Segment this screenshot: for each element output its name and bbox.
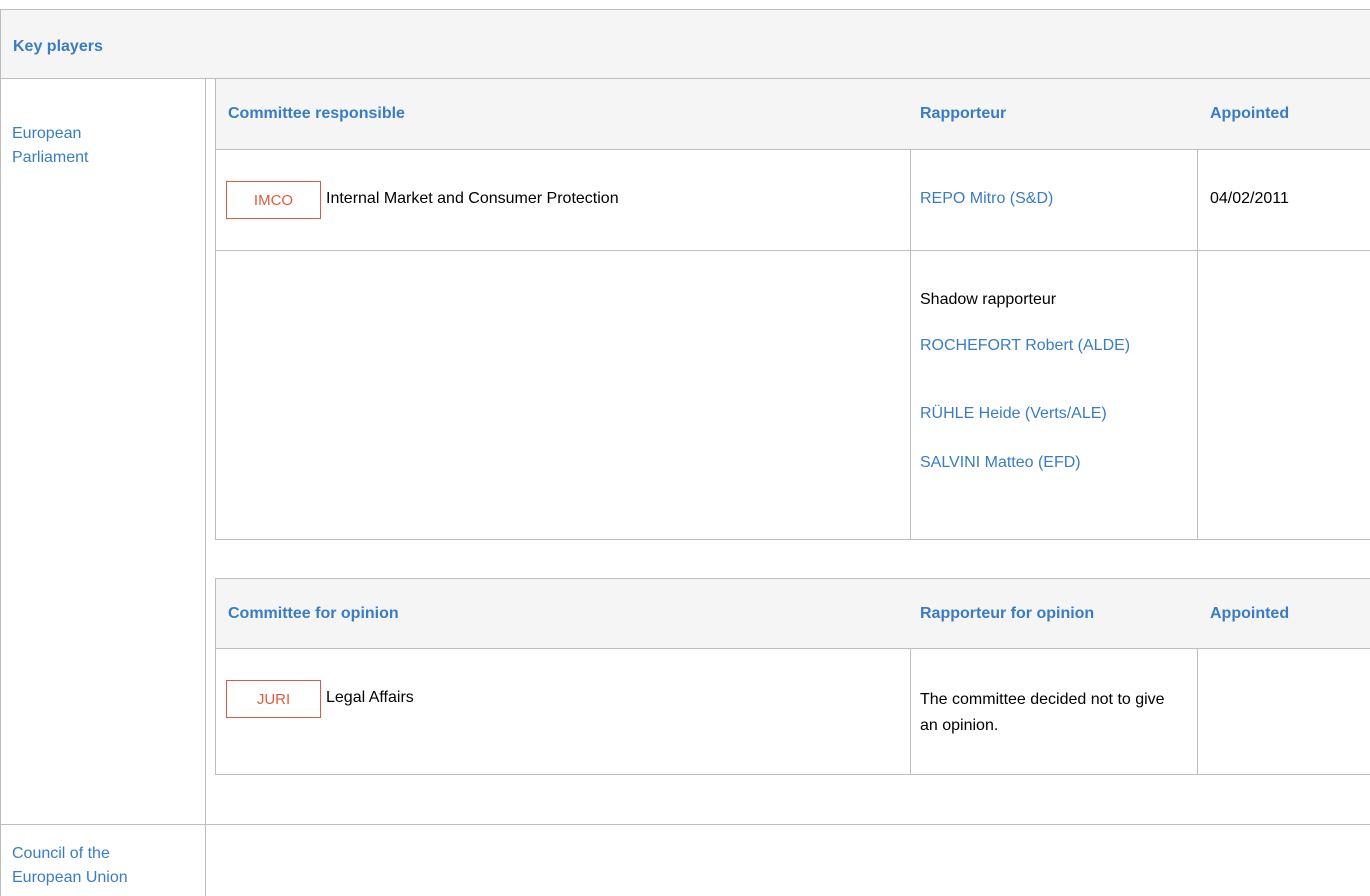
key-players-title: Key players bbox=[13, 38, 103, 55]
juri-badge[interactable]: JURI bbox=[226, 680, 321, 718]
committee-opinion-table: Committee for opinion Rapporteur for opi… bbox=[215, 578, 1370, 775]
opinion-note: The committee decided not to give an opi… bbox=[920, 691, 1165, 734]
shadow-rapporteur-link[interactable]: SALVINI Matteo (EFD) bbox=[920, 454, 1081, 472]
section-divider bbox=[0, 824, 1370, 825]
shadow-row: Shadow rapporteur ROCHEFORT Robert (ALDE… bbox=[216, 250, 1370, 539]
rapporteur-link[interactable]: REPO Mitro (S&D) bbox=[920, 190, 1053, 208]
european-parliament-link[interactable]: European Parliament bbox=[12, 122, 162, 170]
appointed-header: Appointed bbox=[1210, 605, 1290, 622]
table-row: JURI Legal Affairs The committee decided… bbox=[216, 648, 1370, 774]
appointed-date: 04/02/2011 bbox=[1210, 190, 1289, 207]
council-link[interactable]: Council of the European Union bbox=[12, 842, 162, 890]
table-header-row: Committee responsible Rapporteur Appoint… bbox=[216, 79, 1370, 149]
institution-column bbox=[0, 78, 206, 896]
committee-responsible-table: Committee responsible Rapporteur Appoint… bbox=[215, 78, 1370, 540]
shadow-rapporteur-link[interactable]: ROCHEFORT Robert (ALDE) bbox=[920, 333, 1160, 359]
key-players-header: Key players bbox=[0, 9, 1370, 79]
committee-opinion-header: Committee for opinion bbox=[228, 605, 399, 622]
rapporteur-opinion-header: Rapporteur for opinion bbox=[920, 605, 1095, 622]
imco-badge[interactable]: IMCO bbox=[226, 181, 321, 219]
rapporteur-header: Rapporteur bbox=[920, 105, 1007, 122]
committee-name: Legal Affairs bbox=[326, 689, 414, 706]
committee-responsible-header: Committee responsible bbox=[228, 105, 405, 122]
table-row: IMCO Internal Market and Consumer Protec… bbox=[216, 149, 1370, 250]
shadow-rapporteur-link[interactable]: RÜHLE Heide (Verts/ALE) bbox=[920, 405, 1107, 423]
shadow-rapporteur-title: Shadow rapporteur bbox=[920, 291, 1057, 308]
committee-name: Internal Market and Consumer Protection bbox=[326, 190, 619, 207]
appointed-header: Appointed bbox=[1210, 105, 1290, 122]
table-header-row: Committee for opinion Rapporteur for opi… bbox=[216, 579, 1370, 648]
